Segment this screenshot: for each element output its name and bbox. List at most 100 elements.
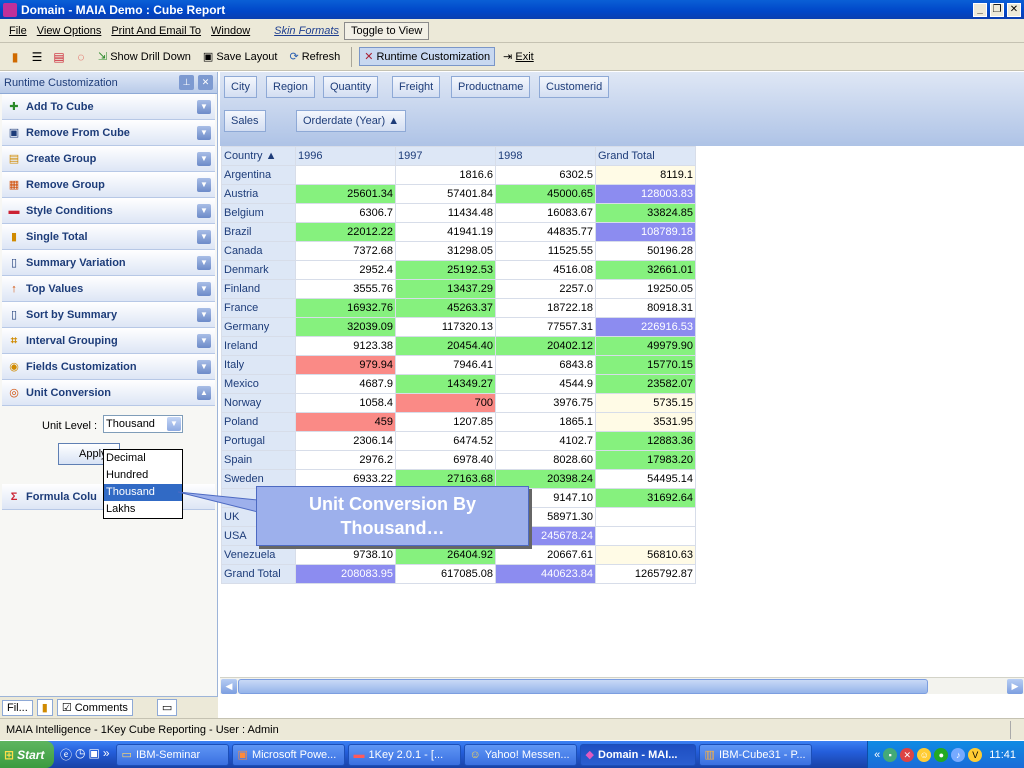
table-cell[interactable]: 440623.84 (495, 564, 596, 584)
row-header[interactable]: Portugal (221, 431, 296, 451)
acc-remove-from-cube[interactable]: ▣ Remove From Cube ▼ (2, 120, 215, 146)
menu-print-email[interactable]: Print And Email To (106, 25, 206, 37)
row-header[interactable]: Venezuela (221, 545, 296, 565)
chevron-down-icon[interactable]: ▼ (197, 307, 211, 322)
acc-style-conditions[interactable]: ▬ Style Conditions ▼ (2, 198, 215, 224)
row-header[interactable]: Belgium (221, 203, 296, 223)
comment-icon[interactable]: ◌ (72, 48, 90, 66)
table-cell[interactable]: 11434.48 (395, 203, 496, 223)
option-decimal[interactable]: Decimal (104, 450, 182, 467)
row-header[interactable]: Canada (221, 241, 296, 261)
media-icon[interactable]: ▣ (89, 746, 100, 763)
table-cell[interactable]: 14349.27 (395, 374, 496, 394)
show-drill-down-button[interactable]: ⇲ Show Drill Down (94, 48, 195, 65)
table-cell[interactable]: 2952.4 (295, 260, 396, 280)
chevron-down-icon[interactable]: ▼ (197, 99, 211, 114)
table-cell[interactable]: 6843.8 (495, 355, 596, 375)
row-header[interactable]: Germany (221, 317, 296, 337)
task-domain-maia[interactable]: ◆ Domain - MAI... (579, 743, 696, 766)
row-field-country[interactable]: Country ▲ (221, 146, 296, 166)
close-button[interactable]: ✕ (1007, 2, 1021, 17)
column-header-1998[interactable]: 1998 (495, 146, 596, 166)
table-cell[interactable]: 6302.5 (495, 165, 596, 185)
acc-summary-variation[interactable]: ▯ Summary Variation ▼ (2, 250, 215, 276)
table-cell[interactable]: 2257.0 (495, 279, 596, 299)
table-cell[interactable]: 9738.10 (295, 545, 396, 565)
tab-chart[interactable]: ▮ (36, 699, 53, 716)
table-cell[interactable]: 41941.19 (395, 222, 496, 242)
table-cell[interactable]: 8028.60 (495, 450, 596, 470)
table-cell[interactable]: 32039.09 (295, 317, 396, 337)
row-header[interactable]: Norway (221, 393, 296, 413)
row-header[interactable]: Austria (221, 184, 296, 204)
option-thousand[interactable]: Thousand (104, 484, 182, 501)
exit-button[interactable]: ⇥ Exit (499, 48, 538, 65)
chevron-down-icon[interactable]: ▼ (197, 177, 211, 192)
acc-unit-conversion[interactable]: ◎ Unit Conversion ▲ (2, 380, 215, 406)
restore-button[interactable]: ❐ (990, 2, 1004, 17)
table-cell[interactable]: 31692.64 (595, 488, 696, 508)
acc-add-to-cube[interactable]: ✚ Add To Cube ▼ (2, 94, 215, 120)
row-header[interactable]: Poland (221, 412, 296, 432)
table-cell[interactable]: 128003.83 (595, 184, 696, 204)
table-cell[interactable]: 9123.38 (295, 336, 396, 356)
chevron-down-icon[interactable]: ▼ (197, 151, 211, 166)
table-cell[interactable]: 77557.31 (495, 317, 596, 337)
row-header[interactable]: Grand Total (221, 564, 296, 584)
refresh-button[interactable]: ⟳ Refresh (285, 48, 344, 65)
chevron-down-icon[interactable]: ▼ (197, 333, 211, 348)
antivirus-icon[interactable]: ● (934, 747, 949, 762)
row-header[interactable]: Italy (221, 355, 296, 375)
menu-view-options[interactable]: View Options (32, 25, 107, 37)
scroll-right-icon[interactable]: ▶ (1007, 679, 1023, 694)
table-cell[interactable]: 57401.84 (395, 184, 496, 204)
table-cell[interactable]: 45263.37 (395, 298, 496, 318)
tab-files[interactable]: Fil... (2, 699, 33, 716)
table-cell[interactable] (295, 165, 396, 185)
table-cell[interactable]: 15770.15 (595, 355, 696, 375)
acc-top-values[interactable]: ↑ Top Values ▼ (2, 276, 215, 302)
row-header[interactable]: Ireland (221, 336, 296, 356)
table-cell[interactable]: 22012.22 (295, 222, 396, 242)
grid-icon[interactable]: ▤ (50, 48, 68, 66)
clock-app-icon[interactable]: ◷ (75, 746, 85, 763)
table-cell[interactable]: 4516.08 (495, 260, 596, 280)
table-cell[interactable]: 8119.1 (595, 165, 696, 185)
table-cell[interactable]: 45000.65 (495, 184, 596, 204)
chevron-down-icon[interactable]: ▼ (197, 203, 211, 218)
chevron-up-icon[interactable]: ▲ (197, 385, 211, 400)
table-cell[interactable]: 26404.92 (395, 545, 496, 565)
acc-remove-group[interactable]: ▦ Remove Group ▼ (2, 172, 215, 198)
table-cell[interactable]: 617085.08 (395, 564, 496, 584)
pin-icon[interactable]: ⊥ (179, 75, 194, 90)
table-cell[interactable]: 5735.15 (595, 393, 696, 413)
table-cell[interactable]: 50196.28 (595, 241, 696, 261)
ie-icon[interactable]: ⓔ (60, 746, 72, 763)
acc-single-total[interactable]: ▮ Single Total ▼ (2, 224, 215, 250)
save-layout-button[interactable]: ▣ Save Layout (199, 48, 282, 65)
table-cell[interactable]: 208083.95 (295, 564, 396, 584)
table-cell[interactable]: 23582.07 (595, 374, 696, 394)
row-header[interactable]: Argentina (221, 165, 296, 185)
table-cell[interactable]: 80918.31 (595, 298, 696, 318)
row-header[interactable]: Denmark (221, 260, 296, 280)
table-cell[interactable]: 4544.9 (495, 374, 596, 394)
menu-file[interactable]: File (4, 25, 32, 37)
table-cell[interactable]: 18722.18 (495, 298, 596, 318)
runtime-customization-button[interactable]: ✕ Runtime Customization (359, 47, 496, 66)
table-cell[interactable]: 226916.53 (595, 317, 696, 337)
column-field-orderdate[interactable]: Orderdate (Year) ▲ (296, 110, 407, 132)
security-icon[interactable]: ✕ (900, 747, 915, 762)
task-ibm-seminar[interactable]: ▭ IBM-Seminar (115, 743, 229, 766)
table-cell[interactable]: 1865.1 (495, 412, 596, 432)
table-cell[interactable]: 3976.75 (495, 393, 596, 413)
table-cell[interactable]: 56810.63 (595, 545, 696, 565)
panel-close-icon[interactable]: ✕ (198, 75, 213, 90)
table-cell[interactable]: 12883.36 (595, 431, 696, 451)
table-cell[interactable]: 25601.34 (295, 184, 396, 204)
table-cell[interactable]: 49979.90 (595, 336, 696, 356)
chevron-down-icon[interactable]: ▼ (197, 125, 211, 140)
scroll-left-icon[interactable]: ◀ (221, 679, 237, 694)
table-cell[interactable] (595, 507, 696, 527)
filter-field-city[interactable]: City (224, 76, 257, 98)
